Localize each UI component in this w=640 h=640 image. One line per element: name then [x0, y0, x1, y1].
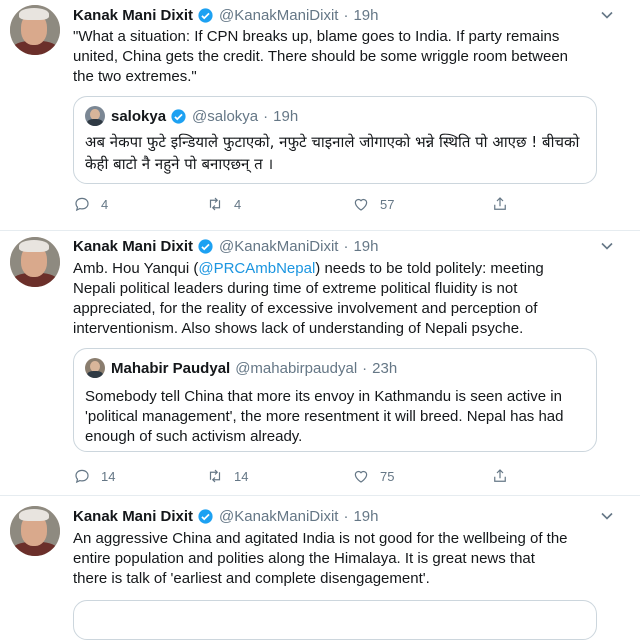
tweet-text-part: Amb. Hou Yanqui ( [73, 260, 199, 277]
author-name[interactable]: Kanak Mani Dixit [73, 508, 193, 525]
reply-count: 4 [101, 196, 109, 212]
separator-dot: · [263, 107, 269, 125]
quoted-tweet[interactable] [73, 600, 597, 640]
tweet[interactable]: Kanak Mani Dixit @KanakManiDixit · 19h A… [0, 496, 640, 640]
retweet-icon [209, 197, 221, 211]
like-count: 57 [380, 196, 395, 212]
like-count: 75 [380, 468, 395, 484]
avatar[interactable] [10, 237, 60, 287]
avatar[interactable] [10, 506, 60, 556]
quoted-timestamp: 23h [372, 359, 398, 377]
quoted-avatar [85, 358, 105, 378]
like-icon [354, 470, 368, 483]
tweet-text: "What a situation: If CPN breaks up, bla… [73, 28, 569, 85]
timestamp[interactable]: 19h [353, 238, 378, 255]
quoted-tweet-text: Somebody tell China that more its envoy … [85, 388, 564, 445]
share-button[interactable] [491, 195, 519, 213]
like-icon [354, 198, 368, 211]
tweet-text: Amb. Hou Yanqui (@PRCAmbNepal) needs to … [73, 259, 573, 339]
verified-badge-icon [198, 238, 213, 254]
reply-button[interactable]: 4 [73, 195, 108, 213]
retweet-button[interactable]: 14 [206, 467, 248, 485]
quoted-tweet-header: Mahabir Paudyal @mahabirpaudyal · 23h [85, 358, 397, 378]
caret-down-icon[interactable] [600, 509, 614, 523]
timestamp[interactable]: 19h [353, 7, 378, 24]
verified-badge-icon [198, 508, 213, 524]
quoted-author-name: Mahabir Paudyal [111, 359, 231, 377]
retweet-icon [209, 469, 221, 483]
separator-dot: · [343, 6, 349, 24]
tweet-actions: 14 14 75 [73, 467, 533, 489]
mention-link[interactable]: @PRCAmbNepal [198, 260, 315, 277]
separator-dot: · [343, 507, 349, 525]
quoted-timestamp: 19h [273, 107, 299, 125]
tweet[interactable]: Kanak Mani Dixit @KanakManiDixit · 19h "… [0, 0, 640, 230]
quoted-avatar [85, 106, 105, 126]
quoted-tweet[interactable]: salokya @salokya · 19h अब नेकपा फुटे इन्… [73, 96, 597, 184]
reply-count: 14 [101, 468, 116, 484]
quoted-tweet[interactable]: Mahabir Paudyal @mahabirpaudyal · 23h So… [73, 348, 597, 452]
reply-icon [75, 197, 89, 212]
avatar[interactable] [10, 5, 60, 55]
tweet-header: Kanak Mani Dixit @KanakManiDixit · 19h [73, 4, 379, 26]
author-handle[interactable]: @KanakManiDixit [219, 508, 338, 525]
quoted-author-name: salokya [111, 107, 167, 125]
verified-badge-icon [171, 108, 186, 124]
retweet-count: 14 [234, 468, 249, 484]
separator-dot: · [362, 359, 368, 377]
reply-icon [75, 469, 89, 484]
reply-button[interactable]: 14 [73, 467, 115, 485]
share-icon [494, 469, 506, 482]
retweet-button[interactable]: 4 [206, 195, 241, 213]
separator-dot: · [343, 237, 349, 255]
retweet-count: 4 [234, 196, 242, 212]
share-button[interactable] [491, 467, 519, 485]
caret-down-icon[interactable] [600, 8, 614, 22]
author-name[interactable]: Kanak Mani Dixit [73, 238, 193, 255]
verified-badge-icon [198, 7, 213, 23]
author-name[interactable]: Kanak Mani Dixit [73, 7, 193, 24]
quoted-author-handle: @mahabirpaudyal [235, 359, 358, 377]
quoted-tweet-header: salokya @salokya · 19h [85, 106, 298, 126]
quoted-author-handle: @salokya [192, 107, 259, 125]
author-handle[interactable]: @KanakManiDixit [219, 7, 338, 24]
caret-down-icon[interactable] [600, 239, 614, 253]
like-button[interactable]: 75 [352, 467, 394, 485]
tweet-header: Kanak Mani Dixit @KanakManiDixit · 19h [73, 235, 379, 257]
tweet-header: Kanak Mani Dixit @KanakManiDixit · 19h [73, 505, 379, 527]
tweet-text: An aggressive China and agitated India i… [73, 530, 568, 587]
quoted-tweet-text: अब नेकपा फुटे इन्डियाले फुटाएको, नफुटे च… [85, 133, 580, 173]
share-icon [494, 197, 506, 210]
like-button[interactable]: 57 [352, 195, 394, 213]
tweet-actions: 4 4 57 [73, 195, 533, 217]
tweet[interactable]: Kanak Mani Dixit @KanakManiDixit · 19h A… [0, 231, 640, 495]
author-handle[interactable]: @KanakManiDixit [219, 238, 338, 255]
timestamp[interactable]: 19h [353, 508, 378, 525]
